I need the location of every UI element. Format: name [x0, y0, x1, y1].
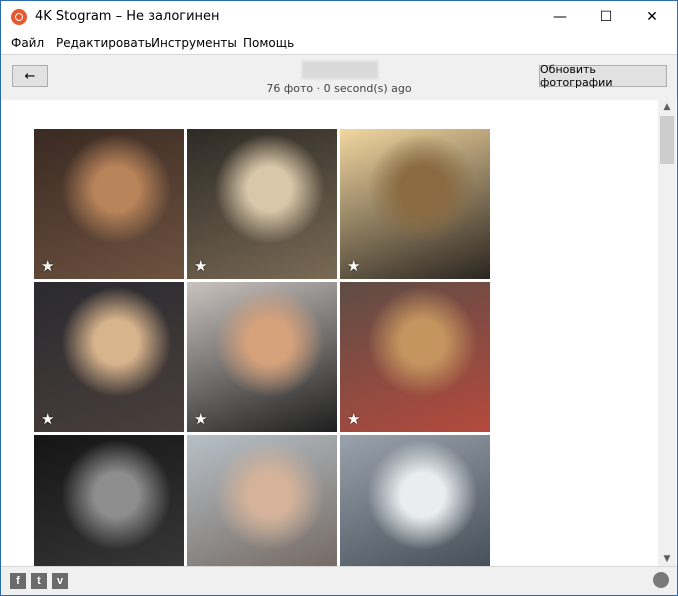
- scroll-up-icon[interactable]: ▲: [658, 100, 676, 114]
- facebook-icon[interactable]: f: [10, 573, 26, 589]
- photo-tile[interactable]: [340, 435, 490, 566]
- maximize-button[interactable]: ☐: [583, 1, 629, 33]
- twitter-icon[interactable]: t: [31, 573, 47, 589]
- favorite-star-icon[interactable]: ★: [41, 410, 54, 428]
- minimize-button[interactable]: —: [537, 1, 583, 33]
- scroll-down-icon[interactable]: ▼: [658, 552, 676, 566]
- refresh-photos-button[interactable]: Обновить фотографии: [539, 63, 667, 89]
- close-button[interactable]: ✕: [629, 1, 675, 33]
- photo-tile[interactable]: ★: [34, 282, 184, 432]
- vimeo-icon[interactable]: v: [52, 573, 68, 589]
- menu-tools[interactable]: Инструменты: [151, 36, 237, 50]
- title-bar[interactable]: 4K Stogram – Не залогинен — ☐ ✕: [1, 1, 677, 33]
- menu-help[interactable]: Помощь: [243, 36, 294, 50]
- toolbar: ← 76 фото · 0 second(s) ago Обновить фот…: [1, 54, 677, 101]
- photo-tile[interactable]: ★: [34, 129, 184, 279]
- globe-icon[interactable]: [653, 572, 669, 588]
- favorite-star-icon[interactable]: ★: [41, 257, 54, 275]
- app-logo-icon: [11, 9, 27, 25]
- app-window: 4K Stogram – Не залогинен — ☐ ✕ Файл Ред…: [0, 0, 678, 596]
- scroll-thumb[interactable]: [660, 116, 674, 164]
- menu-bar: Файл Редактировать Инструменты Помощь: [1, 33, 677, 54]
- status-bar: f t v: [1, 566, 677, 595]
- menu-file[interactable]: Файл: [11, 36, 44, 50]
- favorite-star-icon[interactable]: ★: [347, 257, 360, 275]
- window-title: 4K Stogram – Не залогинен: [35, 9, 220, 24]
- photo-tile[interactable]: [34, 435, 184, 566]
- profile-name-redacted: [302, 61, 378, 79]
- favorite-star-icon[interactable]: ★: [194, 410, 207, 428]
- photo-feed: ★ ★ ★ ★ ★ ★: [1, 100, 677, 566]
- photo-tile[interactable]: ★: [340, 282, 490, 432]
- favorite-star-icon[interactable]: ★: [347, 410, 360, 428]
- photo-tile[interactable]: ★: [340, 129, 490, 279]
- photo-tile[interactable]: ★: [187, 129, 337, 279]
- photo-tile[interactable]: [187, 435, 337, 566]
- menu-edit[interactable]: Редактировать: [56, 36, 152, 50]
- photo-tile[interactable]: ★: [187, 282, 337, 432]
- favorite-star-icon[interactable]: ★: [194, 257, 207, 275]
- vertical-scrollbar[interactable]: ▲ ▼: [658, 100, 676, 566]
